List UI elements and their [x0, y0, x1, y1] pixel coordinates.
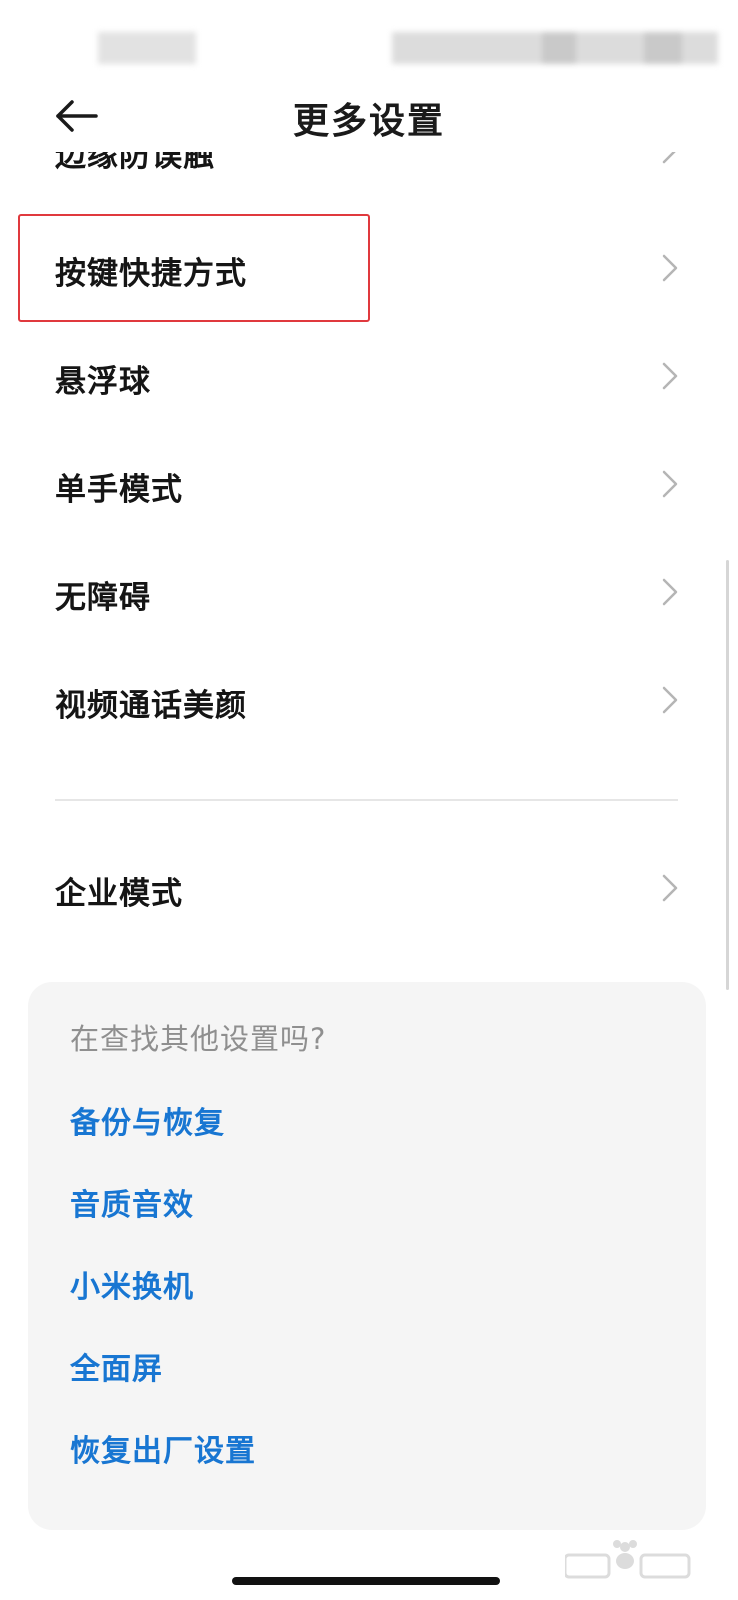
chevron-right-icon	[662, 686, 678, 714]
menu-item-accessibility[interactable]: 无障碍	[0, 538, 738, 646]
baidu-watermark-logo	[565, 1540, 691, 1579]
chevron-right-icon	[662, 874, 678, 902]
menu-item-one-hand-mode[interactable]: 单手模式	[0, 430, 738, 538]
status-bar	[0, 0, 738, 80]
suggestion-link-factory-reset[interactable]: 恢复出厂设置	[70, 1426, 256, 1470]
suggestions-title: 在查找其他设置吗?	[70, 1022, 327, 1056]
page-title: 更多设置	[292, 101, 445, 142]
suggestion-link-backup-restore[interactable]: 备份与恢复	[70, 1098, 225, 1142]
menu-item-label: 视频通话美颜	[55, 688, 247, 724]
menu-item-label: 悬浮球	[55, 364, 151, 400]
menu-item-label: 无障碍	[55, 580, 151, 616]
chevron-right-icon	[662, 152, 676, 164]
suggestions-card: 在查找其他设置吗? 备份与恢复 音质音效 小米换机 全面屏 恢复出厂设置	[28, 982, 706, 1530]
chevron-right-icon	[662, 254, 678, 282]
suggestion-link-full-screen[interactable]: 全面屏	[70, 1344, 163, 1388]
menu-item-label: 单手模式	[55, 472, 183, 508]
chevron-right-icon	[662, 470, 678, 498]
menu-item-floating-ball[interactable]: 悬浮球	[0, 322, 738, 430]
suggestion-link-mi-mover[interactable]: 小米换机	[70, 1262, 194, 1306]
menu-item-video-call-beauty[interactable]: 视频通话美颜	[0, 646, 738, 754]
chevron-right-icon	[662, 578, 678, 606]
menu-item-enterprise-mode[interactable]: 企业模式	[0, 834, 738, 942]
status-bar-time	[98, 32, 196, 64]
scrollbar[interactable]	[726, 560, 729, 990]
chevron-right-icon	[662, 362, 678, 390]
highlight-box	[18, 214, 370, 322]
home-indicator[interactable]	[232, 1577, 500, 1585]
status-bar-indicators	[392, 32, 718, 64]
menu-item-label: 边缘防误触	[55, 152, 215, 174]
suggestion-link-sound-effects[interactable]: 音质音效	[70, 1180, 194, 1224]
menu-item-edge-touch-partial[interactable]: 边缘防误触	[0, 152, 738, 184]
header: 更多设置	[0, 80, 738, 152]
section-divider	[55, 799, 678, 801]
menu-item-label: 企业模式	[55, 876, 183, 912]
